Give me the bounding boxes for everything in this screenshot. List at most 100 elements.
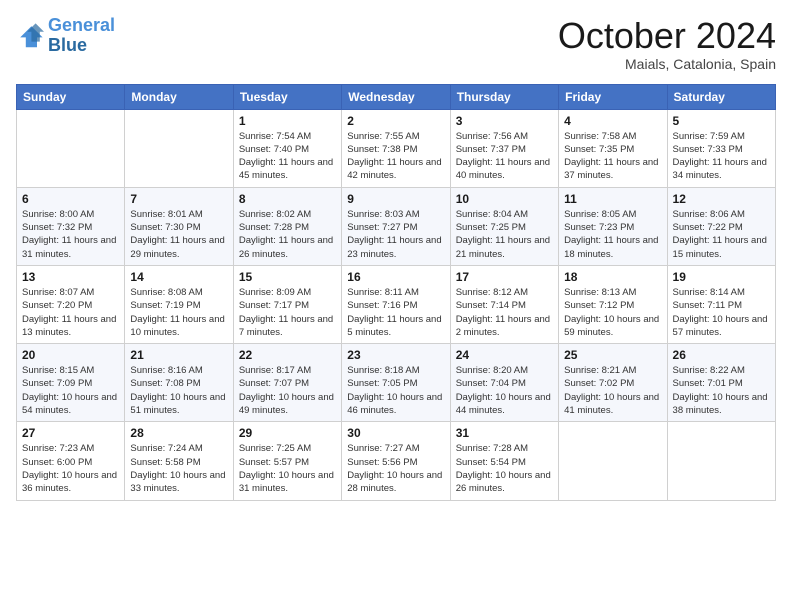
day-info: Sunrise: 7:27 AM Sunset: 5:56 PM Dayligh…: [347, 442, 444, 495]
day-number: 7: [130, 192, 227, 206]
day-number: 8: [239, 192, 336, 206]
calendar-cell: 31 Sunrise: 7:28 AM Sunset: 5:54 PM Dayli…: [450, 422, 558, 500]
day-info: Sunrise: 8:14 AM Sunset: 7:11 PM Dayligh…: [673, 286, 770, 339]
calendar-week-3: 13 Sunrise: 8:07 AM Sunset: 7:20 PM Dayli…: [17, 265, 776, 343]
day-number: 4: [564, 114, 661, 128]
day-info: Sunrise: 8:05 AM Sunset: 7:23 PM Dayligh…: [564, 208, 661, 261]
day-number: 6: [22, 192, 119, 206]
day-number: 19: [673, 270, 770, 284]
day-number: 10: [456, 192, 553, 206]
day-info: Sunrise: 8:15 AM Sunset: 7:09 PM Dayligh…: [22, 364, 119, 417]
calendar-cell: 6 Sunrise: 8:00 AM Sunset: 7:32 PM Daylig…: [17, 187, 125, 265]
day-number: 23: [347, 348, 444, 362]
calendar-cell: 4 Sunrise: 7:58 AM Sunset: 7:35 PM Daylig…: [559, 109, 667, 187]
day-number: 26: [673, 348, 770, 362]
logo-icon: [16, 22, 44, 50]
calendar-header: SundayMondayTuesdayWednesdayThursdayFrid…: [17, 84, 776, 109]
calendar-cell: 8 Sunrise: 8:02 AM Sunset: 7:28 PM Daylig…: [233, 187, 341, 265]
day-number: 13: [22, 270, 119, 284]
day-number: 9: [347, 192, 444, 206]
day-info: Sunrise: 8:17 AM Sunset: 7:07 PM Dayligh…: [239, 364, 336, 417]
day-number: 15: [239, 270, 336, 284]
calendar-cell: 14 Sunrise: 8:08 AM Sunset: 7:19 PM Dayli…: [125, 265, 233, 343]
calendar-cell: 18Sunrise: 8:13 AM Sunset: 7:12 PM Dayli…: [559, 265, 667, 343]
day-number: 22: [239, 348, 336, 362]
calendar-cell: 25 Sunrise: 8:21 AM Sunset: 7:02 PM Dayli…: [559, 344, 667, 422]
calendar-cell: 23Sunrise: 8:18 AM Sunset: 7:05 PM Dayli…: [342, 344, 450, 422]
day-info: Sunrise: 8:21 AM Sunset: 7:02 PM Dayligh…: [564, 364, 661, 417]
day-info: Sunrise: 8:09 AM Sunset: 7:17 PM Dayligh…: [239, 286, 336, 339]
calendar-cell: 17Sunrise: 8:12 AM Sunset: 7:14 PM Dayli…: [450, 265, 558, 343]
day-info: Sunrise: 8:07 AM Sunset: 7:20 PM Dayligh…: [22, 286, 119, 339]
calendar-cell: 3 Sunrise: 7:56 AM Sunset: 7:37 PM Daylig…: [450, 109, 558, 187]
calendar-cell: 20Sunrise: 8:15 AM Sunset: 7:09 PM Dayli…: [17, 344, 125, 422]
logo-text: General Blue: [48, 16, 115, 56]
day-number: 24: [456, 348, 553, 362]
weekday-header-friday: Friday: [559, 84, 667, 109]
calendar-body: 1 Sunrise: 7:54 AM Sunset: 7:40 PM Daylig…: [17, 109, 776, 500]
calendar-cell: 29Sunrise: 7:25 AM Sunset: 5:57 PM Dayli…: [233, 422, 341, 500]
day-number: 11: [564, 192, 661, 206]
day-info: Sunrise: 8:16 AM Sunset: 7:08 PM Dayligh…: [130, 364, 227, 417]
calendar-cell: 7Sunrise: 8:01 AM Sunset: 7:30 PM Daylig…: [125, 187, 233, 265]
calendar-cell: 16Sunrise: 8:11 AM Sunset: 7:16 PM Dayli…: [342, 265, 450, 343]
day-info: Sunrise: 7:56 AM Sunset: 7:37 PM Dayligh…: [456, 130, 553, 183]
title-block: October 2024 Maials, Catalonia, Spain: [558, 16, 776, 72]
day-info: Sunrise: 8:03 AM Sunset: 7:27 PM Dayligh…: [347, 208, 444, 261]
calendar-cell: 13 Sunrise: 8:07 AM Sunset: 7:20 PM Dayli…: [17, 265, 125, 343]
day-number: 29: [239, 426, 336, 440]
calendar-cell: 1 Sunrise: 7:54 AM Sunset: 7:40 PM Daylig…: [233, 109, 341, 187]
day-info: Sunrise: 8:00 AM Sunset: 7:32 PM Dayligh…: [22, 208, 119, 261]
calendar-cell: 30 Sunrise: 7:27 AM Sunset: 5:56 PM Dayli…: [342, 422, 450, 500]
weekday-header-saturday: Saturday: [667, 84, 775, 109]
day-info: Sunrise: 8:02 AM Sunset: 7:28 PM Dayligh…: [239, 208, 336, 261]
day-info: Sunrise: 8:08 AM Sunset: 7:19 PM Dayligh…: [130, 286, 227, 339]
calendar-cell: 27 Sunrise: 7:23 AM Sunset: 6:00 PM Dayli…: [17, 422, 125, 500]
day-number: 3: [456, 114, 553, 128]
day-info: Sunrise: 8:06 AM Sunset: 7:22 PM Dayligh…: [673, 208, 770, 261]
day-info: Sunrise: 7:55 AM Sunset: 7:38 PM Dayligh…: [347, 130, 444, 183]
day-info: Sunrise: 7:59 AM Sunset: 7:33 PM Dayligh…: [673, 130, 770, 183]
day-number: 25: [564, 348, 661, 362]
calendar-cell: 19 Sunrise: 8:14 AM Sunset: 7:11 PM Dayli…: [667, 265, 775, 343]
calendar-week-2: 6 Sunrise: 8:00 AM Sunset: 7:32 PM Daylig…: [17, 187, 776, 265]
calendar-table: SundayMondayTuesdayWednesdayThursdayFrid…: [16, 84, 776, 501]
calendar-cell: 22 Sunrise: 8:17 AM Sunset: 7:07 PM Dayli…: [233, 344, 341, 422]
calendar-cell: 5 Sunrise: 7:59 AM Sunset: 7:33 PM Daylig…: [667, 109, 775, 187]
location: Maials, Catalonia, Spain: [558, 56, 776, 72]
day-info: Sunrise: 7:23 AM Sunset: 6:00 PM Dayligh…: [22, 442, 119, 495]
weekday-header-tuesday: Tuesday: [233, 84, 341, 109]
calendar-cell: 21 Sunrise: 8:16 AM Sunset: 7:08 PM Dayli…: [125, 344, 233, 422]
weekday-header-row: SundayMondayTuesdayWednesdayThursdayFrid…: [17, 84, 776, 109]
day-info: Sunrise: 7:58 AM Sunset: 7:35 PM Dayligh…: [564, 130, 661, 183]
day-number: 1: [239, 114, 336, 128]
calendar-cell: 26 Sunrise: 8:22 AM Sunset: 7:01 PM Dayli…: [667, 344, 775, 422]
day-number: 14: [130, 270, 227, 284]
day-info: Sunrise: 8:22 AM Sunset: 7:01 PM Dayligh…: [673, 364, 770, 417]
day-number: 21: [130, 348, 227, 362]
day-number: 30: [347, 426, 444, 440]
day-number: 31: [456, 426, 553, 440]
day-info: Sunrise: 7:24 AM Sunset: 5:58 PM Dayligh…: [130, 442, 227, 495]
calendar-cell: 11 Sunrise: 8:05 AM Sunset: 7:23 PM Dayli…: [559, 187, 667, 265]
day-info: Sunrise: 8:13 AM Sunset: 7:12 PM Dayligh…: [564, 286, 661, 339]
calendar-cell: 9 Sunrise: 8:03 AM Sunset: 7:27 PM Daylig…: [342, 187, 450, 265]
day-number: 16: [347, 270, 444, 284]
day-number: 12: [673, 192, 770, 206]
calendar-cell: [667, 422, 775, 500]
weekday-header-monday: Monday: [125, 84, 233, 109]
day-number: 5: [673, 114, 770, 128]
day-info: Sunrise: 7:28 AM Sunset: 5:54 PM Dayligh…: [456, 442, 553, 495]
month-title: October 2024: [558, 16, 776, 56]
calendar-cell: 10 Sunrise: 8:04 AM Sunset: 7:25 PM Dayli…: [450, 187, 558, 265]
calendar-cell: [125, 109, 233, 187]
calendar-cell: 24 Sunrise: 8:20 AM Sunset: 7:04 PM Dayli…: [450, 344, 558, 422]
calendar-cell: 2Sunrise: 7:55 AM Sunset: 7:38 PM Daylig…: [342, 109, 450, 187]
day-number: 27: [22, 426, 119, 440]
calendar-week-4: 20Sunrise: 8:15 AM Sunset: 7:09 PM Dayli…: [17, 344, 776, 422]
day-info: Sunrise: 7:54 AM Sunset: 7:40 PM Dayligh…: [239, 130, 336, 183]
day-info: Sunrise: 8:20 AM Sunset: 7:04 PM Dayligh…: [456, 364, 553, 417]
day-info: Sunrise: 8:04 AM Sunset: 7:25 PM Dayligh…: [456, 208, 553, 261]
weekday-header-wednesday: Wednesday: [342, 84, 450, 109]
day-number: 28: [130, 426, 227, 440]
